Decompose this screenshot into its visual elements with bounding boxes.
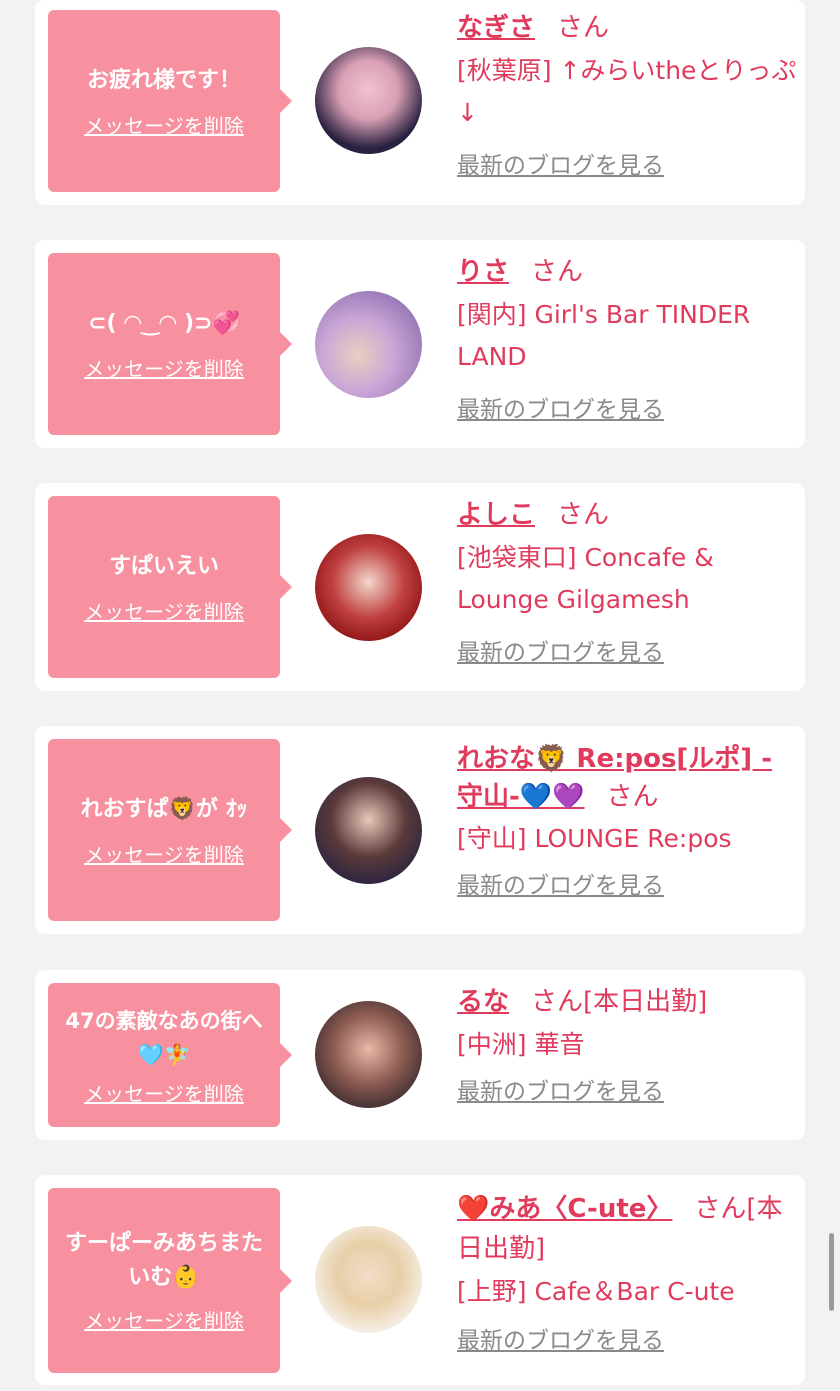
avatar[interactable] xyxy=(315,534,422,641)
message-card: すーぱーみあちまたいむ👶 メッセージを削除 ❤️みあ〈C-ute〉 さん[本日出勤… xyxy=(35,1175,805,1385)
honorific: さん xyxy=(557,13,610,43)
avatar[interactable] xyxy=(315,47,422,154)
delete-message-link[interactable]: メッセージを削除 xyxy=(84,596,244,625)
delete-message-link[interactable]: メッセージを削除 xyxy=(84,353,244,382)
message-text: れおすぱ🦁が ｵｯ xyxy=(80,796,248,822)
message-bubble: すーぱーみあちまたいむ👶 メッセージを削除 xyxy=(48,1188,292,1373)
scrollbar[interactable] xyxy=(829,1233,834,1311)
message-text: すぱいえい xyxy=(108,553,219,579)
latest-blog-link[interactable]: 最新のブログを見る xyxy=(457,1321,664,1355)
honorific: さん xyxy=(557,500,610,530)
avatar[interactable] xyxy=(315,1226,422,1333)
message-card: 47の素敵なあの街へ🩵🧚 メッセージを削除 るな さん[本日出勤] [中洲] 華音… xyxy=(35,970,805,1140)
shop-name: [秋葉原] ↑みらいtheとりっぷ↓ xyxy=(457,56,797,127)
message-text: すーぱーみあちまたいむ👶 xyxy=(64,1231,263,1290)
message-card: ⊂( ◠‿◠ )⊃💞 メッセージを削除 りさ さん [関内] Girl's Bar… xyxy=(35,240,805,448)
latest-blog-link[interactable]: 最新のブログを見る xyxy=(457,146,664,180)
message-bubble: ⊂( ◠‿◠ )⊃💞 メッセージを削除 xyxy=(48,253,292,435)
latest-blog-link[interactable]: 最新のブログを見る xyxy=(457,390,664,424)
delete-message-link[interactable]: メッセージを削除 xyxy=(84,1305,244,1334)
avatar[interactable] xyxy=(315,777,422,884)
shop-name: [関内] Girl's Bar TINDER LAND xyxy=(457,300,751,371)
cast-name-link[interactable]: ❤️みあ〈C-ute〉 xyxy=(457,1194,672,1224)
shop-name: [中洲] 華音 xyxy=(457,1030,585,1059)
message-card: お疲れ様です！ メッセージを削除 なぎさ さん [秋葉原] ↑みらいtheとりっぷ… xyxy=(35,0,805,205)
honorific: さん xyxy=(606,782,659,812)
latest-blog-link[interactable]: 最新のブログを見る xyxy=(457,866,664,900)
message-card: れおすぱ🦁が ｵｯ メッセージを削除 れおな🦁 Re:pos[ルポ] -守山-💙… xyxy=(35,726,805,934)
message-bubble: すぱいえい メッセージを削除 xyxy=(48,496,292,678)
latest-blog-link[interactable]: 最新のブログを見る xyxy=(457,1072,664,1106)
delete-message-link[interactable]: メッセージを削除 xyxy=(84,839,244,868)
shop-name: [守山] LOUNGE Re:pos xyxy=(457,824,732,853)
message-bubble: れおすぱ🦁が ｵｯ メッセージを削除 xyxy=(48,739,292,921)
message-card: すぱいえい メッセージを削除 よしこ さん [池袋東口] Concafe & Lo… xyxy=(35,483,805,691)
cast-name-link[interactable]: なぎさ xyxy=(457,13,535,43)
delete-message-link[interactable]: メッセージを削除 xyxy=(84,110,244,139)
message-text: ⊂( ◠‿◠ )⊃💞 xyxy=(88,310,240,336)
message-text: 47の素敵なあの街へ🩵🧚 xyxy=(65,1008,263,1067)
shop-name: [池袋東口] Concafe & Lounge Gilgamesh xyxy=(457,543,714,614)
cast-name-link[interactable]: よしこ xyxy=(457,500,535,530)
message-text: お疲れ様です！ xyxy=(86,67,241,93)
honorific: さん[本日出勤] xyxy=(531,987,708,1017)
shop-name: [上野] Cafe＆Bar C-ute xyxy=(457,1277,735,1306)
latest-blog-link[interactable]: 最新のブログを見る xyxy=(457,633,664,667)
message-bubble: お疲れ様です！ メッセージを削除 xyxy=(48,10,292,192)
message-bubble: 47の素敵なあの街へ🩵🧚 メッセージを削除 xyxy=(48,983,292,1127)
avatar[interactable] xyxy=(315,291,422,398)
cast-name-link[interactable]: りさ xyxy=(457,257,509,287)
honorific: さん xyxy=(531,257,584,287)
avatar[interactable] xyxy=(315,1001,422,1108)
cast-name-link[interactable]: るな xyxy=(457,987,509,1017)
delete-message-link[interactable]: メッセージを削除 xyxy=(84,1078,244,1107)
